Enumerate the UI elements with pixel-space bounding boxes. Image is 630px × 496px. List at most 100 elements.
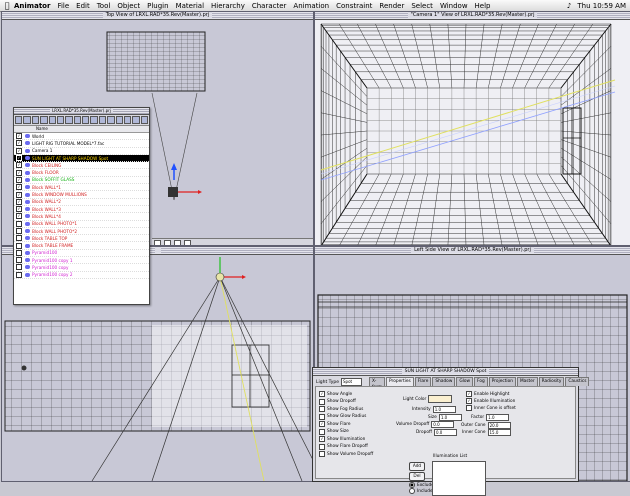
tab-x-form[interactable]: X-form (369, 377, 386, 390)
option-checkbox[interactable]: ✓ Enable Highlight (466, 391, 509, 397)
list-item[interactable]: Pyramid100 (14, 249, 149, 258)
tab-caustics[interactable]: Caustics (565, 377, 590, 386)
menu-select[interactable]: Select (411, 2, 433, 10)
option-checkbox[interactable]: Show Dropoff (319, 398, 356, 405)
tool-icon[interactable] (56, 116, 65, 124)
visibility-checkbox[interactable] (16, 271, 22, 278)
visibility-checkbox[interactable]: ✓ (16, 169, 22, 176)
option-checkbox[interactable]: Show Glow Radius (319, 413, 366, 420)
tool-icon[interactable] (73, 116, 81, 124)
apple-icon[interactable]:  (0, 1, 14, 10)
tool-icon[interactable] (140, 116, 148, 124)
visibility-checkbox[interactable]: ✓ (16, 176, 22, 183)
camera-icon[interactable] (168, 187, 178, 197)
light-properties-dialog[interactable]: SUN LIGHT AT SHARP SHADOW Spot Light Typ… (312, 367, 590, 496)
spotlight-icon[interactable] (215, 272, 225, 282)
tab-radiosity[interactable]: Radiosity (538, 377, 565, 386)
visibility-checkbox[interactable]: ✓ (16, 147, 22, 154)
checkbox[interactable] (319, 451, 325, 457)
menu-help[interactable]: Help (475, 2, 491, 10)
list-item[interactable]: ✓ Block CEILING (14, 162, 149, 170)
project-browser-window[interactable]: LRXL.RAD*35.Rev(Master).prj Name ✓ World ✓… (13, 107, 150, 305)
tool-icon[interactable] (90, 116, 98, 124)
speaker-icon[interactable]: ♪ (567, 2, 571, 10)
menu-app[interactable]: Animator (14, 2, 50, 10)
list-item[interactable]: ✓ Block FLOOR (14, 169, 149, 177)
list-item[interactable]: Block TABLE TOP (14, 235, 149, 243)
menu-window[interactable]: Window (440, 2, 468, 10)
menu-hierarchy[interactable]: Hierarchy (211, 2, 245, 10)
checkbox[interactable]: ✓ (319, 391, 325, 397)
tab-projection[interactable]: Projection (488, 377, 516, 386)
option-checkbox[interactable]: Show Volume Dropoff (319, 451, 373, 457)
tool-icon[interactable] (15, 116, 23, 124)
tool-icon[interactable] (65, 116, 73, 124)
visibility-checkbox[interactable]: ✓ (16, 191, 22, 198)
list-item[interactable]: Pyramid100 copy 1 (14, 257, 149, 265)
checkbox[interactable] (319, 406, 325, 412)
visibility-checkbox[interactable]: ✓ (16, 155, 22, 162)
checkbox[interactable] (319, 428, 325, 435)
tool-icon[interactable] (40, 116, 48, 124)
list-item[interactable]: ✓ Block WINDOW MULLIONS (14, 191, 149, 199)
browser-title-bar[interactable]: LRXL.RAD*35.Rev(Master).prj (14, 108, 149, 115)
option-checkbox[interactable]: Show Size (319, 428, 349, 435)
visibility-checkbox[interactable]: ✓ (16, 206, 22, 213)
value-input[interactable]: 1.0 (438, 413, 462, 421)
tool-icon[interactable] (82, 116, 90, 124)
viewport-title-bar[interactable]: Top View of LRXL.RAD*35.Rev(Master).prj (2, 12, 313, 20)
camera-view-canvas[interactable] (315, 20, 630, 245)
value-input[interactable]: 0.0 (433, 428, 457, 436)
tool-icon[interactable] (23, 116, 31, 124)
value-input[interactable]: 0.0 (431, 421, 455, 428)
menu-plugin[interactable]: Plugin (147, 2, 168, 10)
checkbox[interactable]: ✓ (319, 421, 325, 427)
menu-edit[interactable]: Edit (76, 2, 90, 10)
menu-character[interactable]: Character (252, 2, 287, 10)
tool-icon[interactable] (98, 116, 107, 124)
tab-glow[interactable]: Glow (456, 377, 474, 386)
viewport-title-bar[interactable]: "Camera 1" View of LRXL.RAD*35.Rev(Maste… (315, 12, 630, 20)
value-input[interactable]: 15.0 (487, 429, 511, 436)
illumination-list[interactable] (432, 461, 486, 496)
list-item[interactable]: ✓ Block SOFFIT GLASS (14, 176, 149, 185)
list-item[interactable]: ✓ LIGHT RIG TUTORIAL MODEL*7.fac (14, 140, 149, 148)
checkbox[interactable]: ✓ (466, 398, 472, 404)
tab-master[interactable]: Master (516, 377, 538, 386)
value-input[interactable]: 1.0 (432, 406, 456, 413)
visibility-checkbox[interactable] (16, 264, 22, 271)
clock[interactable]: Thu 10:59 AM (577, 2, 626, 10)
tool-icon[interactable] (48, 116, 56, 124)
include-radio[interactable]: Include (409, 488, 433, 494)
visibility-checkbox[interactable]: ✓ (16, 133, 22, 140)
visibility-checkbox[interactable] (16, 235, 22, 242)
option-checkbox[interactable]: ✓ Show Illumination (319, 436, 365, 442)
menu-constraint[interactable]: Constraint (336, 2, 372, 10)
tab-fog[interactable]: Fog (474, 377, 488, 386)
tool-icon[interactable] (123, 116, 132, 124)
visibility-checkbox[interactable]: ✓ (16, 162, 22, 169)
list-item[interactable]: Block TABLE FRAME (14, 242, 149, 250)
menu-animation[interactable]: Animation (293, 2, 329, 10)
list-item[interactable]: Pyramid100 copy 2 (14, 271, 149, 279)
option-checkbox[interactable]: ✓ Show Flare (319, 421, 351, 427)
tool-icon[interactable] (31, 116, 40, 124)
checkbox[interactable]: ✓ (466, 391, 472, 397)
tab-shadow[interactable]: Shadow (432, 377, 456, 386)
camera-marker-icon[interactable] (21, 365, 27, 371)
tool-icon[interactable] (107, 116, 115, 124)
add-button[interactable]: Add (409, 462, 425, 471)
option-checkbox[interactable]: ✓ Show Angle (319, 391, 352, 397)
list-item[interactable]: Pyramid100 copy (14, 264, 149, 272)
list-item[interactable]: ✓ SUN LIGHT AT SHARP SHADOW Spot (14, 154, 149, 163)
list-item[interactable]: ✓ Block WALL*3 (14, 206, 149, 214)
option-checkbox[interactable]: Inner Cone is offset (466, 405, 516, 411)
value-input[interactable]: 20.0 (487, 421, 511, 429)
checkbox[interactable]: ✓ (319, 436, 325, 442)
option-checkbox[interactable]: ✓ Enable Illumination (466, 398, 515, 404)
list-item[interactable]: ✓ World (14, 133, 149, 141)
menu-material[interactable]: Material (176, 2, 204, 10)
visibility-checkbox[interactable]: ✓ (16, 184, 22, 191)
dialog-title-bar[interactable]: SUN LIGHT AT SHARP SHADOW Spot (313, 368, 578, 376)
camera-view-viewport[interactable]: "Camera 1" View of LRXL.RAD*35.Rev(Maste… (314, 11, 630, 246)
